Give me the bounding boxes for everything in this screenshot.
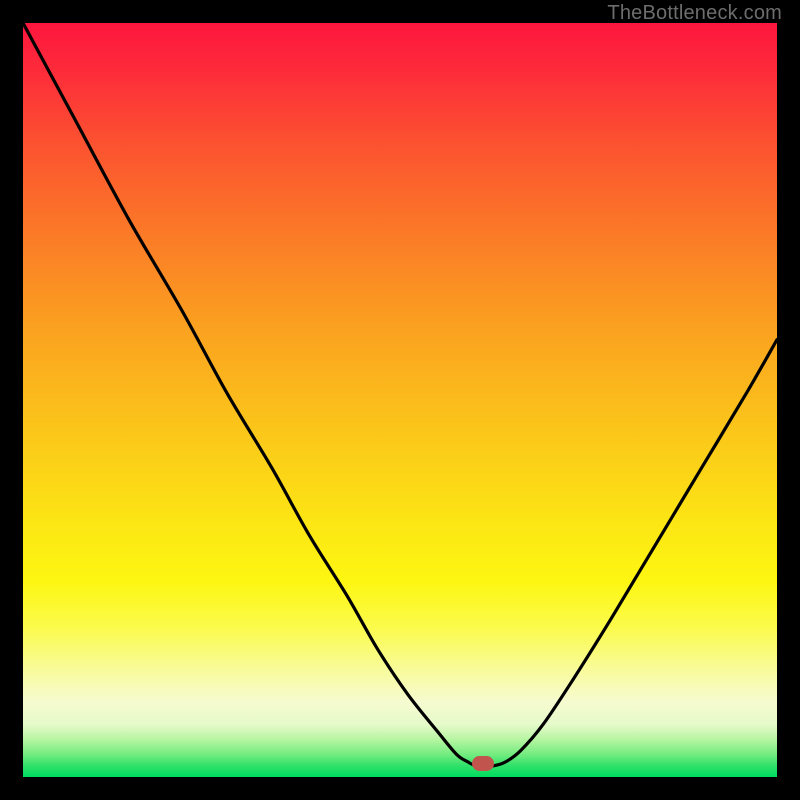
curve-path bbox=[23, 23, 777, 766]
chart-frame: TheBottleneck.com bbox=[0, 0, 800, 800]
plot-area bbox=[23, 23, 777, 777]
watermark-text: TheBottleneck.com bbox=[607, 2, 782, 25]
bottleneck-curve bbox=[23, 23, 777, 777]
minimum-marker bbox=[472, 756, 494, 771]
